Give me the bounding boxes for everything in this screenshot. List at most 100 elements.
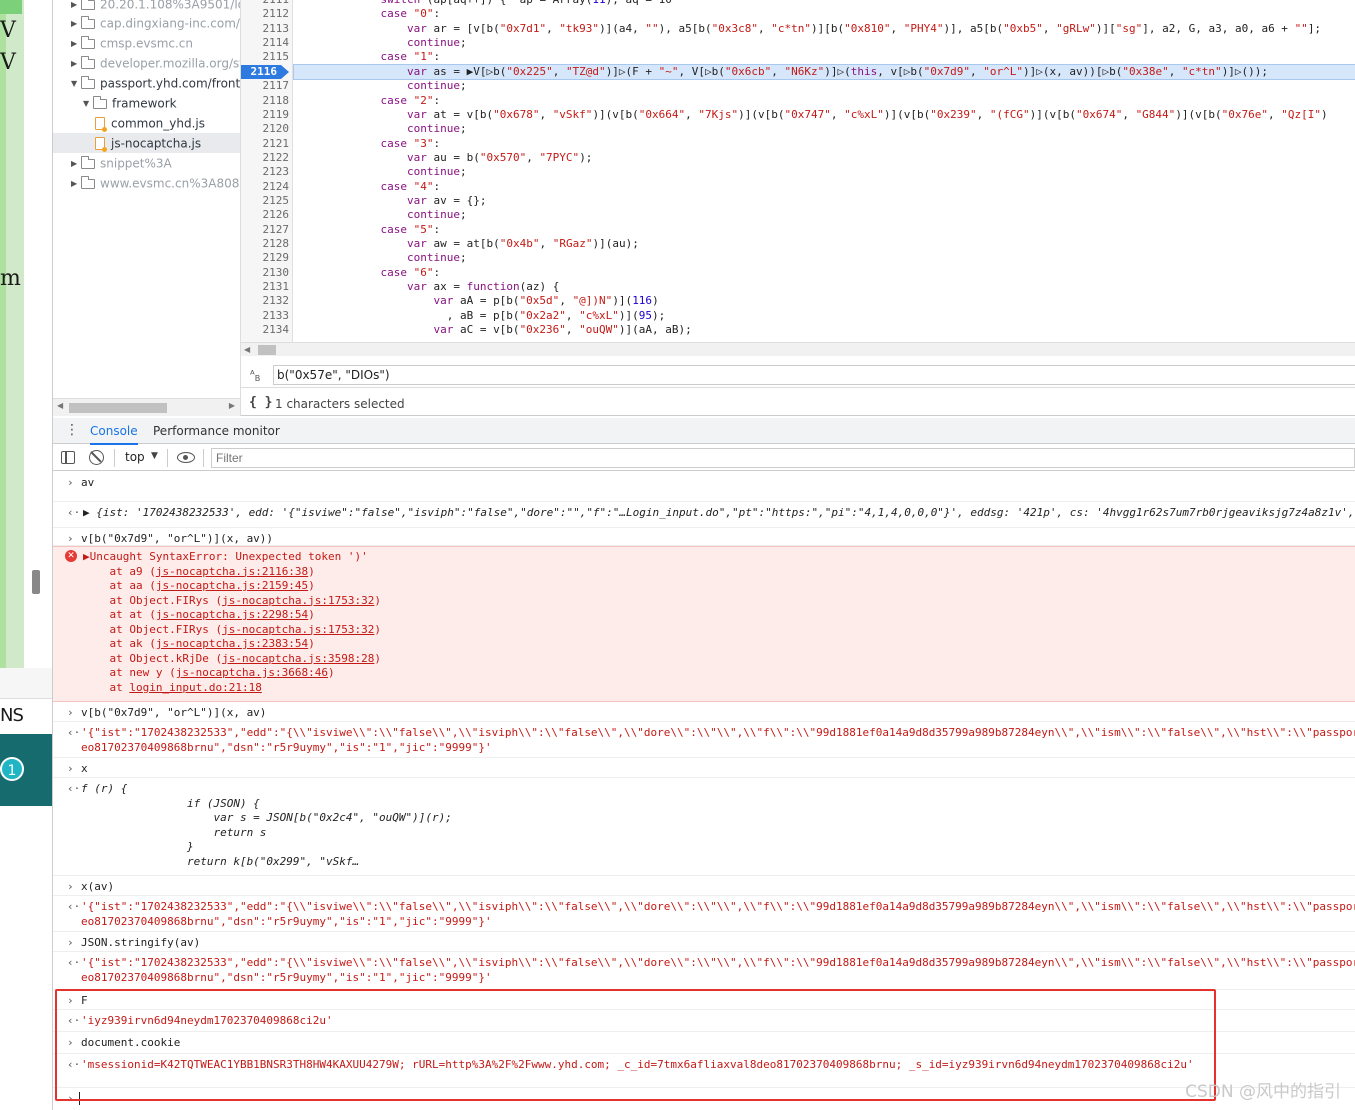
console-result[interactable]: 'iyz939irvn6d94neydm1702370409868ci2u' xyxy=(81,1014,333,1029)
console-prompt-row[interactable]: › xyxy=(53,1088,1355,1110)
chevron-down-icon[interactable]: ▼ xyxy=(83,94,93,114)
stack-frame-link[interactable]: js-nocaptcha.js:3598:28 xyxy=(222,652,374,665)
file-tree-horizontal-scrollbar[interactable]: ◀ ▶ xyxy=(53,398,240,416)
stack-frame-link[interactable]: js-nocaptcha.js:2383:54 xyxy=(156,637,308,650)
console-result[interactable]: f (r) { if (JSON) { var s = JSON[b("0x2c… xyxy=(81,782,452,869)
line-number[interactable]: 2128 xyxy=(241,237,290,251)
page-number-badge[interactable]: 1 xyxy=(0,757,24,781)
console-result[interactable]: '{"ist":"1702438232533","edd":"{\\"isviw… xyxy=(81,900,1355,929)
file-tree-item[interactable]: ▶ developer.mozilla.org/sta xyxy=(53,53,240,74)
folder-icon xyxy=(81,75,95,89)
scroll-left-arrow-icon[interactable]: ◀ xyxy=(244,345,250,354)
file-tree-scroll-thumb[interactable] xyxy=(69,403,167,413)
match-case-icon[interactable]: ᴬB xyxy=(250,368,260,383)
stack-frame-link[interactable]: js-nocaptcha.js:1753:32 xyxy=(222,594,374,607)
console-command[interactable]: x(av) xyxy=(81,880,114,895)
stack-frame-link[interactable]: js-nocaptcha.js:1753:32 xyxy=(222,623,374,636)
clear-console-icon[interactable] xyxy=(89,450,104,465)
console-command[interactable]: JSON.stringify(av) xyxy=(81,936,200,951)
context-selector[interactable]: top xyxy=(125,450,145,464)
file-tree-item[interactable]: ▶ 20.20.1.108%3A9501/logi xyxy=(53,0,240,14)
line-number[interactable]: 2119 xyxy=(241,108,290,122)
stack-frame-link[interactable]: js-nocaptcha.js:3668:46 xyxy=(176,666,328,679)
file-tree-item[interactable]: ▶ www.evsmc.cn%3A8080 xyxy=(53,173,240,194)
console-result[interactable]: '{"ist":"1702438232533","edd":"{\\"isviw… xyxy=(81,726,1355,755)
line-number[interactable]: 2133 xyxy=(241,309,290,323)
line-number-gutter[interactable]: 2111211221132114211521162117211821192120… xyxy=(241,0,293,342)
live-expression-eye-icon[interactable] xyxy=(177,452,195,463)
tab-console[interactable]: Console xyxy=(90,424,138,445)
chevron-right-icon[interactable]: ▶ xyxy=(71,54,81,74)
console-command[interactable]: F xyxy=(81,994,88,1009)
line-number[interactable]: 2120 xyxy=(241,122,290,136)
chevron-right-icon[interactable]: ▶ xyxy=(71,0,81,14)
input-prompt-icon: › xyxy=(67,936,74,949)
line-number[interactable]: 2131 xyxy=(241,280,290,294)
editor-scroll-thumb[interactable] xyxy=(258,345,276,355)
console-command[interactable]: v[b("0x7d9", "or^L")](x, av)) xyxy=(81,532,273,545)
line-number[interactable]: 2116 xyxy=(241,64,289,79)
error-title[interactable]: ▶Uncaught SyntaxError: Unexpected token … xyxy=(83,550,368,563)
chevron-down-icon[interactable]: ▼ xyxy=(151,451,158,461)
line-number[interactable]: 2111 xyxy=(241,0,290,7)
line-number[interactable]: 2117 xyxy=(241,79,290,93)
line-number[interactable]: 2129 xyxy=(241,251,290,265)
line-number[interactable]: 2127 xyxy=(241,223,290,237)
chevron-down-icon[interactable]: ▼ xyxy=(71,74,81,94)
console-result[interactable]: ▶ {ist: '1702438232533', edd: '{"isviwe"… xyxy=(83,506,1355,521)
stack-frame-link[interactable]: js-nocaptcha.js:2298:54 xyxy=(156,608,308,621)
console-command[interactable]: v[b("0x7d9", "or^L")](x, av) xyxy=(81,706,266,721)
console-command[interactable]: document.cookie xyxy=(81,1036,180,1051)
file-tree-item[interactable]: ▶ snippet%3A xyxy=(53,153,240,174)
stack-frame-link[interactable]: js-nocaptcha.js:2159:45 xyxy=(156,579,308,592)
line-number[interactable]: 2114 xyxy=(241,36,290,50)
stack-frame-link[interactable]: login_input.do:21:18 xyxy=(129,681,261,694)
output-prompt-icon: ‹· xyxy=(67,506,81,519)
console-command[interactable]: av xyxy=(81,476,94,491)
page-scrollbar-thumb[interactable] xyxy=(32,570,40,594)
editor-horizontal-scrollbar[interactable]: ◀ xyxy=(241,342,1355,356)
more-options-icon[interactable]: ⋮ xyxy=(65,423,79,437)
chevron-right-icon[interactable]: ▶ xyxy=(71,154,81,174)
console-result[interactable]: 'msessionid=K42TQTWEAC1YBB1BNSR3TH8HW4KA… xyxy=(81,1058,1194,1073)
file-tree-item[interactable]: ▼ passport.yhd.com/front-p xyxy=(53,73,240,94)
file-tree-item[interactable]: ▼ framework xyxy=(53,93,240,114)
file-tree-item[interactable]: common_yhd.js xyxy=(53,113,240,133)
line-number[interactable]: 2132 xyxy=(241,294,290,308)
console-command[interactable]: x xyxy=(81,762,88,777)
stack-frame-function: at xyxy=(83,680,130,694)
search-input[interactable] xyxy=(273,365,1355,385)
line-number[interactable]: 2134 xyxy=(241,323,290,337)
line-number[interactable]: 2123 xyxy=(241,165,290,179)
filter-input[interactable] xyxy=(211,448,1355,468)
chevron-right-icon[interactable]: ▶ xyxy=(71,14,81,34)
page-top-bar xyxy=(0,0,22,14)
line-number[interactable]: 2121 xyxy=(241,137,290,151)
line-number[interactable]: 2122 xyxy=(241,151,290,165)
line-number[interactable]: 2125 xyxy=(241,194,290,208)
line-number[interactable]: 2126 xyxy=(241,208,290,222)
line-number[interactable]: 2118 xyxy=(241,94,290,108)
console-input-row: › v[b("0x7d9", "or^L")](x, av)) xyxy=(53,528,1355,546)
code-line: var at = v[b("0x678", "vSkf")](v[b("0x66… xyxy=(406,107,1328,121)
pretty-print-braces-icon[interactable]: { } xyxy=(249,395,272,410)
file-tree-item[interactable]: js-nocaptcha.js xyxy=(53,133,240,153)
scroll-left-arrow-icon[interactable]: ◀ xyxy=(57,401,63,410)
line-number[interactable]: 2112 xyxy=(241,7,290,21)
line-number[interactable]: 2130 xyxy=(241,266,290,280)
console-result[interactable]: '{"ist":"1702438232533","edd":"{\\"isviw… xyxy=(81,956,1355,985)
file-tree-item[interactable]: ▶ cmsp.evsmc.cn xyxy=(53,33,240,54)
editor-status-bar: { } 1 characters selected xyxy=(241,392,1355,416)
file-tree-item[interactable]: ▶ cap.dingxiang-inc.com/ap xyxy=(53,13,240,34)
chevron-right-icon[interactable]: ▶ xyxy=(71,34,81,54)
line-number[interactable]: 2124 xyxy=(241,180,290,194)
chevron-right-icon[interactable]: ▶ xyxy=(71,174,81,194)
console-messages[interactable]: › av ‹· ▶ {ist: '1702438232533', edd: '{"is… xyxy=(53,472,1355,1110)
line-number[interactable]: 2113 xyxy=(241,22,290,36)
line-number[interactable]: 2115 xyxy=(241,50,290,64)
tab-performance-monitor[interactable]: Performance monitor xyxy=(153,424,280,438)
scroll-right-arrow-icon[interactable]: ▶ xyxy=(229,401,235,410)
stack-frame-link[interactable]: js-nocaptcha.js:2116:38 xyxy=(156,565,308,578)
code-editor[interactable]: 2111211221132114211521162117211821192120… xyxy=(241,0,1355,342)
show-sidebar-icon[interactable] xyxy=(61,451,75,464)
